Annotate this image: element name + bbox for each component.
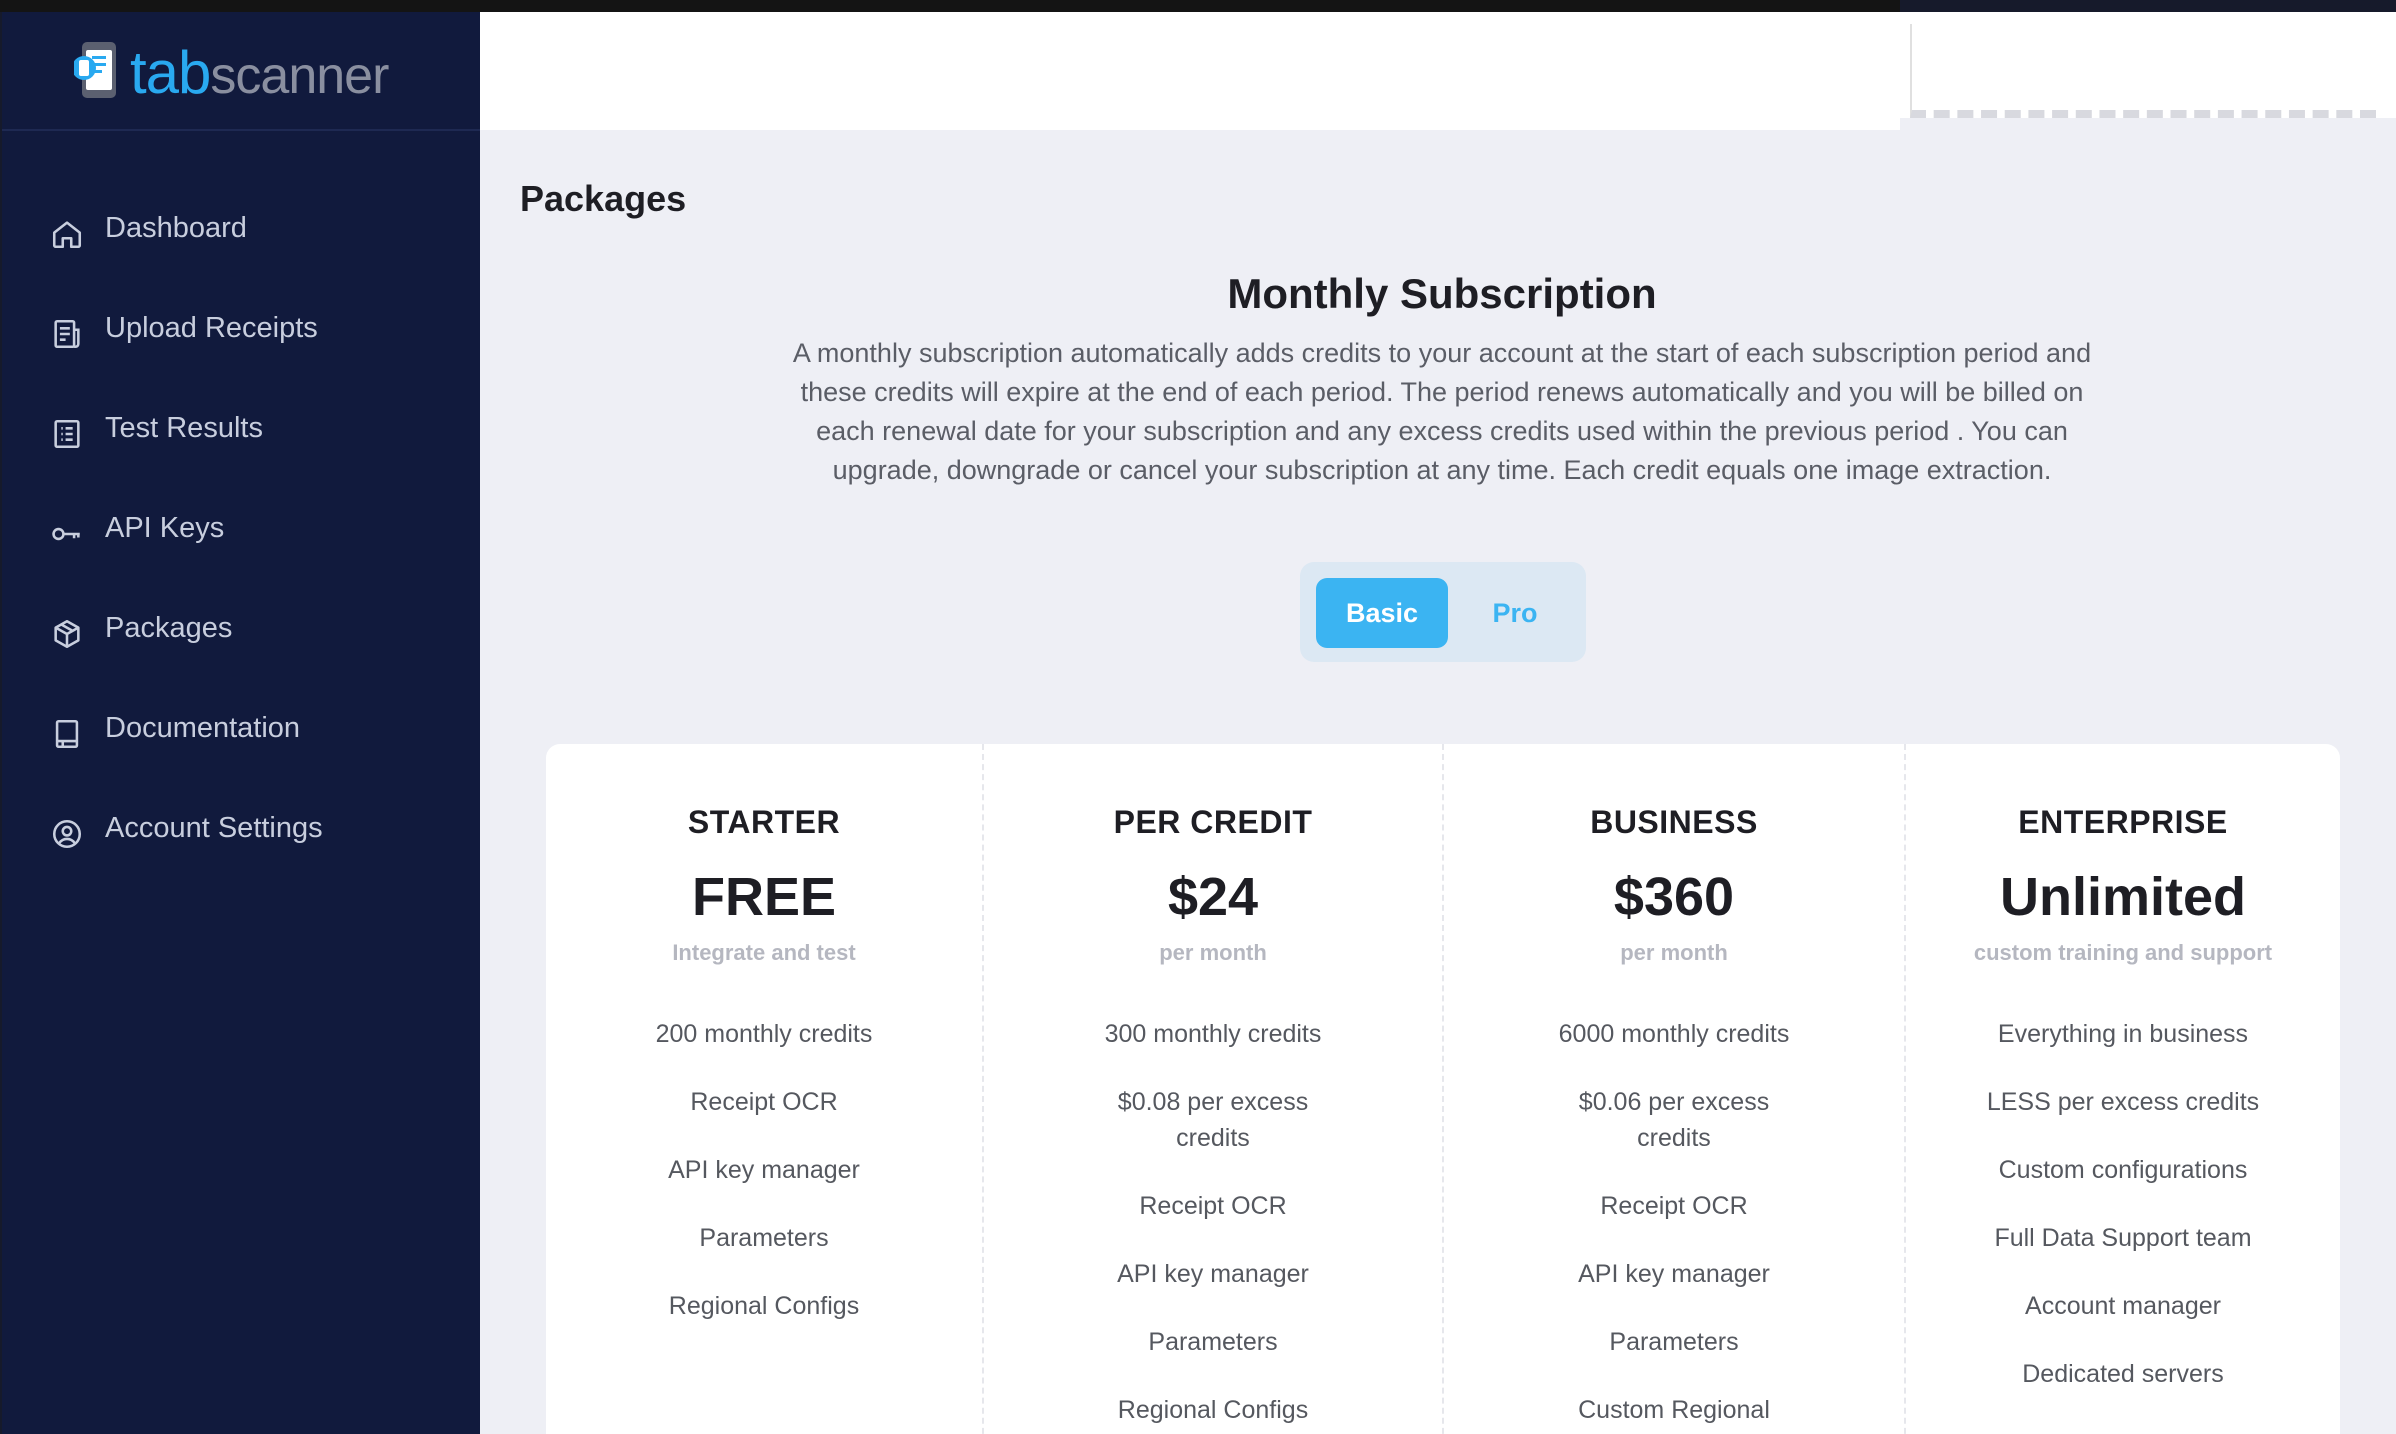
top-header	[480, 12, 1900, 130]
basic-tab-button[interactable]: Basic	[1316, 578, 1448, 648]
plan-feature: API key manager	[1578, 1260, 1770, 1288]
sidebar-item-label: Dashboard	[105, 212, 247, 244]
plan-feature: Everything in business	[1997, 1020, 2249, 1048]
package-icon	[54, 619, 80, 649]
plan-price: Unlimited	[1999, 867, 2246, 927]
plan-subtitle: per month	[1159, 940, 1267, 965]
list-icon	[54, 419, 80, 449]
plan-feature: Regional Configs	[1117, 1396, 1309, 1424]
plan-features: 6000 monthly credits $0.06 per excess cr…	[1444, 1016, 1904, 1434]
sidebar-item-dashboard[interactable]: Dashboard	[2, 195, 480, 265]
book-icon	[55, 719, 79, 749]
sidebar-item-packages[interactable]: Packages	[2, 595, 480, 665]
plan-feature: 200 monthly credits	[655, 1020, 873, 1048]
subscription-description: A monthly subscription automatically add…	[792, 338, 2092, 485]
plan-price: FREE	[691, 867, 837, 927]
brand-logo[interactable]: tabscanner	[2, 12, 480, 131]
plan-feature: LESS per excess credits	[1986, 1088, 2260, 1116]
page-title: Packages	[520, 178, 687, 219]
plan-feature: Receipt OCR	[1600, 1192, 1748, 1220]
sidebar-item-label: Documentation	[105, 712, 301, 744]
plan-feature: Parameters	[699, 1224, 829, 1252]
plan-name: ENTERPRISE	[2018, 804, 2228, 840]
receipt-icon	[54, 319, 80, 349]
plan-features: 300 monthly credits $0.08 per excess cre…	[984, 1016, 1442, 1434]
brand-wordmark-tab: tab	[130, 39, 211, 106]
header-user-area-border	[1910, 24, 2376, 118]
plan-tier-toggle: Basic Pro	[1300, 562, 1586, 662]
window-top-bar	[0, 0, 1900, 12]
plan-feature: Receipt OCR	[1139, 1192, 1287, 1220]
plan-feature: Custom configurations	[1998, 1156, 2248, 1184]
plan-subtitle: per month	[1620, 940, 1728, 965]
plan-feature: Parameters	[1609, 1328, 1739, 1356]
plan-card-enterprise: ENTERPRISE Unlimited custom training and…	[1904, 744, 2340, 1434]
plan-features: 200 monthly credits Receipt OCR API key …	[546, 1016, 982, 1356]
plan-card-business: BUSINESS $360 per month 6000 monthly cre…	[1442, 744, 1904, 1434]
sidebar: tabscanner Dashboard Upload Receipts Tes…	[2, 12, 480, 1434]
plan-feature: $0.06 per excess credits	[1578, 1088, 1770, 1152]
plan-feature: Receipt OCR	[690, 1088, 838, 1116]
sidebar-item-documentation[interactable]: Documentation	[2, 695, 480, 765]
plan-subtitle: Integrate and test	[672, 940, 856, 965]
user-circle-icon	[52, 819, 82, 849]
plan-feature: $0.08 per excess credits	[1117, 1088, 1309, 1152]
pro-tab-button[interactable]: Pro	[1460, 578, 1570, 648]
plan-feature: Parameters	[1148, 1328, 1278, 1356]
plan-name: PER CREDIT	[1113, 804, 1313, 840]
sidebar-item-upload-receipts[interactable]: Upload Receipts	[2, 295, 480, 365]
sidebar-item-label: Packages	[105, 612, 233, 644]
sidebar-item-label: Upload Receipts	[105, 312, 318, 344]
plan-feature: Dedicated servers	[2022, 1360, 2224, 1388]
plan-name: STARTER	[687, 804, 841, 840]
phone-logo-icon	[74, 42, 116, 98]
plan-feature: Regional Configs	[668, 1292, 860, 1320]
plan-feature: Account manager	[2025, 1292, 2221, 1320]
plan-feature: Full Data Support team	[1994, 1224, 2252, 1252]
plan-subtitle: custom training and support	[1973, 940, 2273, 965]
main-content: Packages Monthly Subscription A monthly …	[480, 12, 2396, 1434]
plan-features: Everything in business LESS per excess c…	[1906, 1016, 2340, 1424]
plan-price: $24	[1167, 867, 1259, 927]
plan-price: $360	[1613, 867, 1735, 927]
plan-feature: API key manager	[668, 1156, 860, 1184]
pricing-table: STARTER FREE Integrate and test 200 mont…	[546, 744, 2340, 1434]
sidebar-item-label: Account Settings	[105, 812, 323, 844]
home-icon	[52, 221, 82, 249]
subscription-title: Monthly Subscription	[1227, 270, 1657, 317]
sidebar-item-api-keys[interactable]: API Keys	[2, 495, 480, 565]
plan-feature: 300 monthly credits	[1104, 1020, 1322, 1048]
sidebar-item-label: Test Results	[105, 412, 263, 444]
brand-wordmark: tabscanner	[130, 39, 389, 109]
plan-feature: API key manager	[1117, 1260, 1309, 1288]
key-icon	[52, 527, 80, 541]
sidebar-item-test-results[interactable]: Test Results	[2, 395, 480, 465]
plan-name: BUSINESS	[1590, 804, 1758, 840]
sidebar-item-account-settings[interactable]: Account Settings	[2, 795, 480, 865]
plan-feature: 6000 monthly credits	[1558, 1020, 1790, 1048]
brand-wordmark-scanner: scanner	[210, 47, 389, 105]
sidebar-item-label: API Keys	[105, 512, 225, 544]
plan-feature: Custom Regional	[1578, 1396, 1770, 1424]
plan-card-starter: STARTER FREE Integrate and test 200 mont…	[546, 744, 982, 1434]
plan-card-per-credit: PER CREDIT $24 per month 300 monthly cre…	[982, 744, 1442, 1434]
